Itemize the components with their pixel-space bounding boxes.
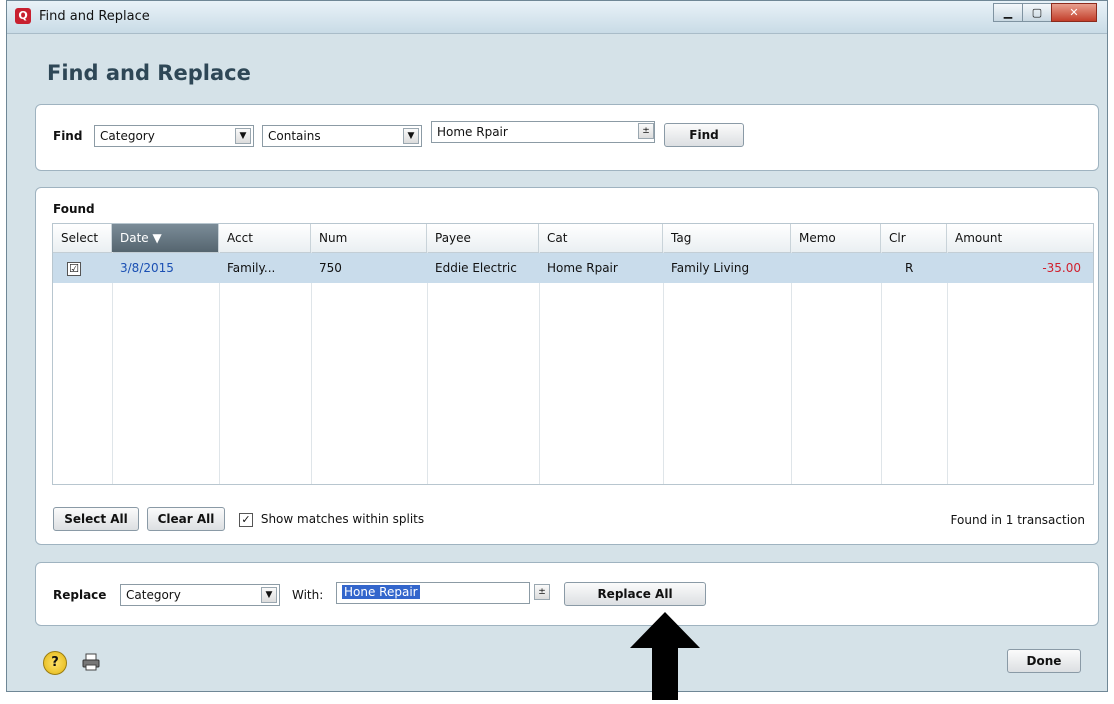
replace-label: Replace — [53, 588, 107, 602]
page-title: Find and Replace — [47, 61, 251, 85]
find-field-select[interactable]: Category ▼ — [94, 125, 254, 147]
find-operator-value: Contains — [268, 129, 321, 143]
col-memo[interactable]: Memo — [791, 224, 881, 252]
found-status: Found in 1 transaction — [950, 513, 1085, 527]
found-label: Found — [53, 202, 95, 216]
window-controls: ▁ ▢ ✕ — [993, 3, 1097, 22]
find-search-value: Home Rpair — [437, 125, 508, 139]
row-cat: Home Rpair — [547, 261, 618, 275]
list-picker-icon[interactable]: ± — [638, 123, 654, 139]
replace-all-button[interactable]: Replace All — [564, 582, 706, 606]
find-search-dropdown[interactable]: ± — [634, 121, 656, 143]
replace-panel: Replace Category ▼ With: Hone Repair ± R… — [35, 562, 1099, 626]
find-button[interactable]: Find — [664, 123, 744, 147]
replace-field-value: Category — [126, 588, 181, 602]
help-icon[interactable]: ? — [43, 651, 67, 675]
chevron-down-icon[interactable]: ▼ — [235, 128, 251, 144]
row-amount: -35.00 — [1042, 261, 1081, 275]
find-search-input[interactable]: Home Rpair — [431, 121, 655, 143]
with-label: With: — [292, 588, 324, 602]
col-amount[interactable]: Amount — [947, 224, 1093, 252]
minimize-icon[interactable]: ▁ — [993, 3, 1023, 22]
chevron-down-icon[interactable]: ▼ — [403, 128, 419, 144]
col-num[interactable]: Num — [311, 224, 427, 252]
row-payee: Eddie Electric — [435, 261, 517, 275]
row-select-checkbox[interactable]: ☑ — [53, 253, 112, 283]
row-date[interactable]: 3/8/2015 — [112, 253, 219, 283]
results-table: Select Date ▼ Acct Num Payee Cat Tag Mem… — [52, 223, 1094, 485]
show-matches-checkbox[interactable]: ✓ Show matches within splits — [239, 512, 424, 527]
quicken-app-icon: Q — [15, 8, 31, 24]
checkbox-checked-icon[interactable]: ✓ — [239, 512, 253, 527]
replace-field-select[interactable]: Category ▼ — [120, 584, 280, 606]
replace-with-value: Hone Repair — [342, 585, 420, 599]
col-date[interactable]: Date ▼ — [112, 224, 219, 252]
col-payee[interactable]: Payee — [427, 224, 539, 252]
row-clr: R — [905, 261, 914, 275]
select-all-button[interactable]: Select All — [53, 507, 139, 531]
find-operator-select[interactable]: Contains ▼ — [262, 125, 422, 147]
maximize-icon[interactable]: ▢ — [1022, 3, 1052, 22]
annotation-arrow-icon — [630, 612, 700, 704]
chevron-down-icon[interactable]: ▼ — [261, 587, 277, 603]
find-label: Find — [53, 129, 83, 143]
col-tag[interactable]: Tag — [663, 224, 791, 252]
col-cat[interactable]: Cat — [539, 224, 663, 252]
find-replace-window: Q Find and Replace ▁ ▢ ✕ Find and Replac… — [6, 0, 1108, 692]
checkbox-checked-icon[interactable]: ☑ — [67, 261, 81, 276]
clear-all-button[interactable]: Clear All — [147, 507, 225, 531]
table-row[interactable]: ☑ 3/8/2015 Family... 750 Eddie Electric … — [53, 253, 1093, 283]
list-picker-icon[interactable]: ± — [534, 584, 550, 600]
col-acct[interactable]: Acct — [219, 224, 311, 252]
close-icon[interactable]: ✕ — [1051, 3, 1097, 22]
find-panel: Find Category ▼ Contains ▼ Home Rpair ± … — [35, 104, 1099, 171]
row-memo — [791, 253, 881, 283]
show-matches-label: Show matches within splits — [260, 512, 425, 526]
row-tag: Family Living — [671, 261, 750, 275]
table-header: Select Date ▼ Acct Num Payee Cat Tag Mem… — [53, 224, 1093, 253]
printer-icon[interactable] — [81, 652, 101, 672]
row-num: 750 — [319, 261, 342, 275]
done-button[interactable]: Done — [1007, 649, 1081, 673]
find-field-value: Category — [100, 129, 155, 143]
replace-with-dropdown[interactable]: ± — [530, 582, 552, 604]
title-bar[interactable]: Q Find and Replace ▁ ▢ ✕ — [7, 1, 1107, 34]
row-acct: Family... — [227, 261, 276, 275]
col-select[interactable]: Select — [53, 224, 112, 252]
replace-with-input[interactable]: Hone Repair — [336, 582, 530, 604]
window-title: Find and Replace — [39, 9, 150, 24]
col-clr[interactable]: Clr — [881, 224, 947, 252]
